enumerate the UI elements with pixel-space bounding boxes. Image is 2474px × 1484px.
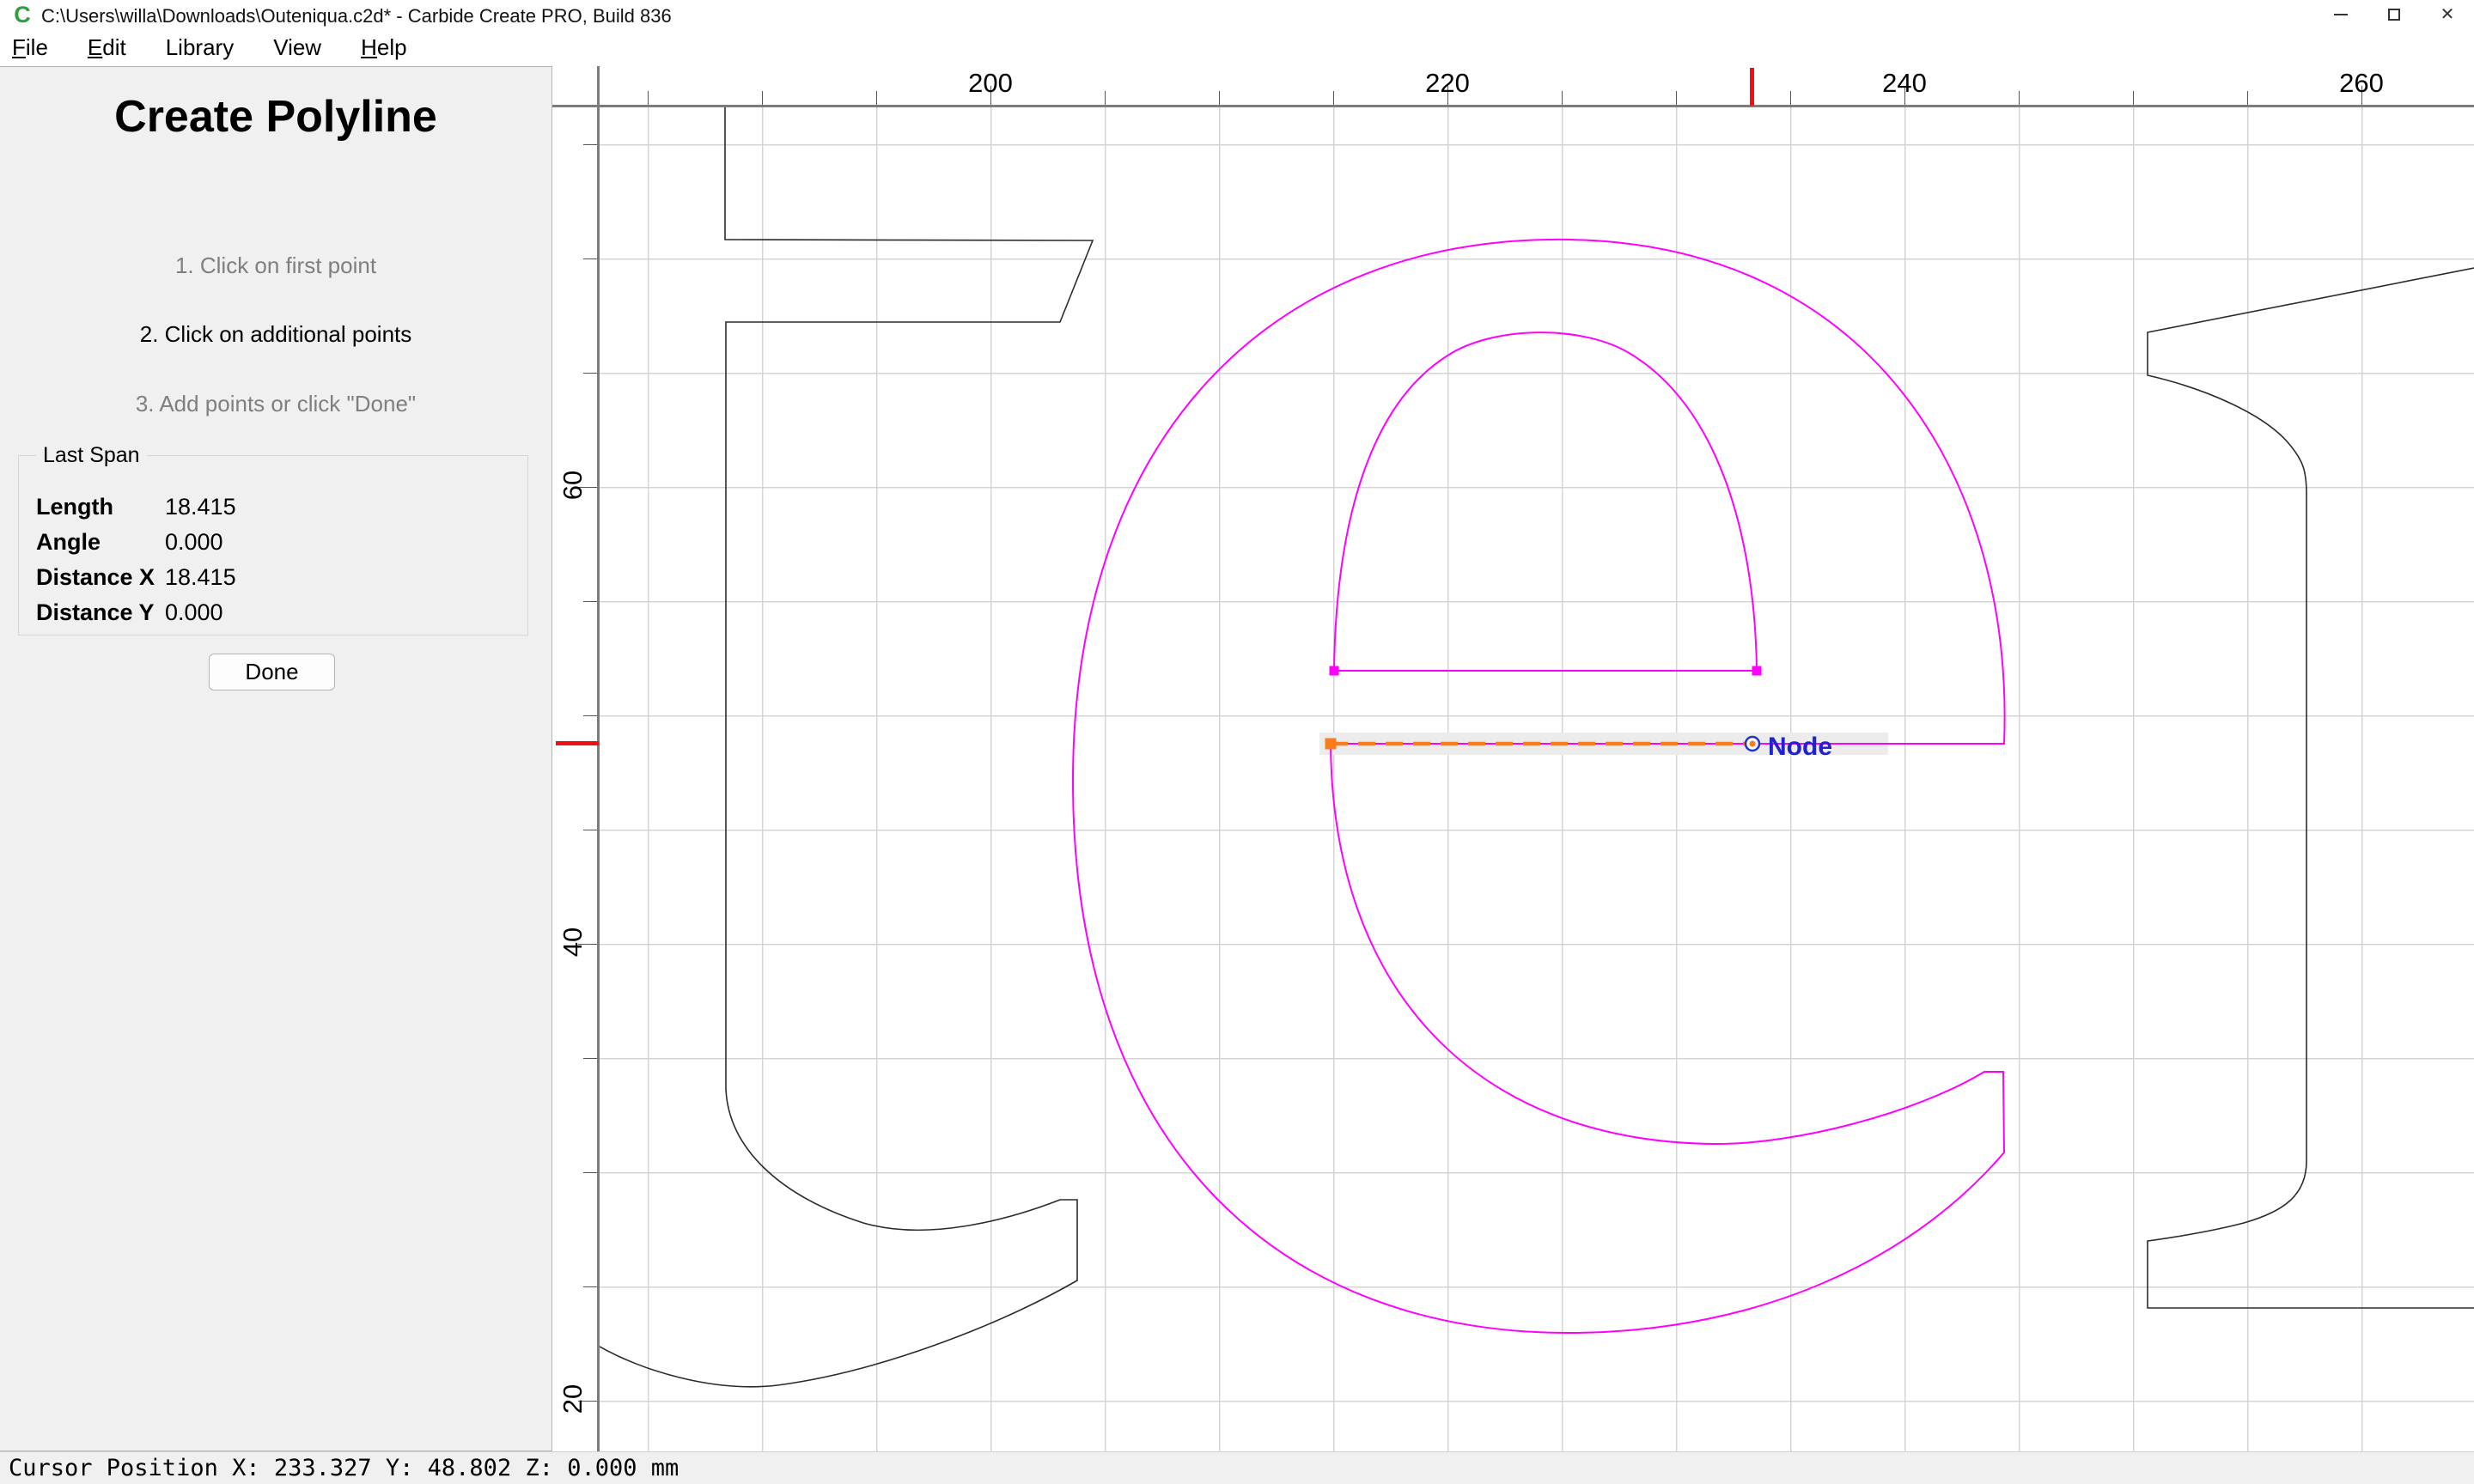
done-button[interactable]: Done — [209, 654, 335, 690]
vertical-ruler: 60 40 20 — [552, 107, 600, 1451]
ruler-tick — [583, 1058, 597, 1059]
menu-view[interactable]: View — [273, 34, 321, 61]
ruler-label: 220 — [1425, 68, 1470, 98]
glyph-outline-right[interactable] — [2147, 267, 2474, 1309]
vector-layer: Node — [600, 107, 2474, 1388]
ruler-label: 240 — [1882, 68, 1927, 98]
polyline-start-point[interactable] — [1325, 738, 1337, 750]
minimize-icon — [2334, 14, 2348, 15]
status-bar: Cursor Position X: 233.327 Y: 48.802 Z: … — [0, 1451, 2474, 1484]
menu-file[interactable]: File — [12, 34, 48, 61]
ruler-label: 40 — [558, 927, 588, 958]
close-button[interactable]: ✕ — [2421, 0, 2474, 29]
cursor-position-readout: Cursor Position X: 233.327 Y: 48.802 Z: … — [9, 1455, 679, 1481]
menu-library[interactable]: Library — [166, 34, 234, 61]
ruler-tick — [876, 91, 877, 105]
close-icon: ✕ — [2440, 5, 2455, 24]
cursor-marker-vertical — [556, 740, 599, 745]
selected-glyph-e-outer[interactable] — [1071, 238, 2006, 1335]
minimize-button[interactable] — [2314, 0, 2367, 29]
vertex-node-right[interactable] — [1752, 666, 1762, 676]
menu-bar: File Edit Library View Help — [0, 29, 2474, 66]
ruler-tick — [2133, 91, 2134, 105]
angle-value: 0.000 — [165, 529, 223, 555]
maximize-icon — [2388, 9, 2400, 21]
ruler-tick — [583, 1172, 597, 1173]
ruler-tick — [1219, 91, 1220, 105]
ruler-tick — [1790, 91, 1791, 105]
last-span-label: Last Span — [36, 443, 147, 468]
vertex-node-left[interactable] — [1329, 666, 1339, 676]
distance-x-value: 18.415 — [165, 564, 236, 590]
horizontal-ruler: 200 220 240 260 — [552, 66, 2474, 107]
step-2: 2. Click on additional points — [139, 321, 412, 347]
ruler-tick — [583, 1286, 597, 1287]
distance-y-label: Distance Y — [36, 599, 155, 625]
ruler-tick — [648, 91, 649, 105]
ruler-tick — [583, 715, 597, 716]
page-title: Create Polyline — [114, 92, 437, 142]
ruler-tick — [583, 144, 597, 145]
ruler-corner — [597, 66, 600, 107]
step-1: 1. Click on first point — [174, 252, 377, 278]
ruler-tick — [583, 258, 597, 259]
menu-help[interactable]: Help — [361, 34, 406, 61]
cursor-marker-horizontal — [1750, 68, 1755, 106]
maximize-button[interactable] — [2367, 0, 2421, 29]
ruler-tick — [1105, 91, 1106, 105]
length-label: Length — [36, 494, 113, 520]
selected-glyph-e-counter[interactable] — [1332, 331, 1758, 672]
length-value: 18.415 — [165, 494, 236, 520]
ruler-label: 20 — [558, 1384, 588, 1414]
snap-node-dot-icon — [1749, 740, 1756, 747]
title-bar: C C:\Users\willa\Downloads\Outeniqua.c2d… — [0, 0, 2474, 29]
ruler-tick — [2247, 91, 2248, 105]
last-span-group: Last Span Length 18.415 Angle 0.000 Dist… — [18, 443, 528, 636]
node-tooltip-label: Node — [1768, 733, 1832, 761]
ruler-label: 60 — [558, 470, 588, 501]
glyph-outline-left[interactable] — [600, 107, 1094, 1388]
ruler-tick — [2019, 91, 2020, 105]
drawing-canvas[interactable]: Node — [600, 107, 2474, 1451]
menu-edit[interactable]: Edit — [88, 34, 126, 61]
app-logo-icon: C — [14, 2, 31, 27]
ruler-tick — [762, 91, 763, 105]
last-span-length-row: Length 18.415 — [36, 494, 236, 520]
ruler-tick — [583, 601, 597, 602]
window-title: C:\Users\willa\Downloads\Outeniqua.c2d* … — [41, 5, 672, 27]
ruler-tick — [1676, 91, 1677, 105]
ruler-tick — [583, 373, 597, 374]
ruler-tick — [1562, 91, 1563, 105]
step-3: 3. Add points or click "Done" — [135, 391, 417, 417]
ruler-label: 200 — [968, 68, 1013, 98]
distance-y-value: 0.000 — [165, 599, 223, 625]
last-span-distance-y-row: Distance Y 0.000 — [36, 599, 223, 626]
distance-x-label: Distance X — [36, 564, 155, 590]
last-span-angle-row: Angle 0.000 — [36, 529, 223, 556]
window-controls: ✕ — [2314, 0, 2474, 29]
angle-label: Angle — [36, 529, 101, 555]
last-span-distance-x-row: Distance X 18.415 — [36, 564, 236, 591]
ruler-label: 260 — [2339, 68, 2384, 98]
tool-panel: Create Polyline 1. Click on first point … — [0, 66, 552, 1451]
ruler-tick — [1333, 91, 1334, 105]
